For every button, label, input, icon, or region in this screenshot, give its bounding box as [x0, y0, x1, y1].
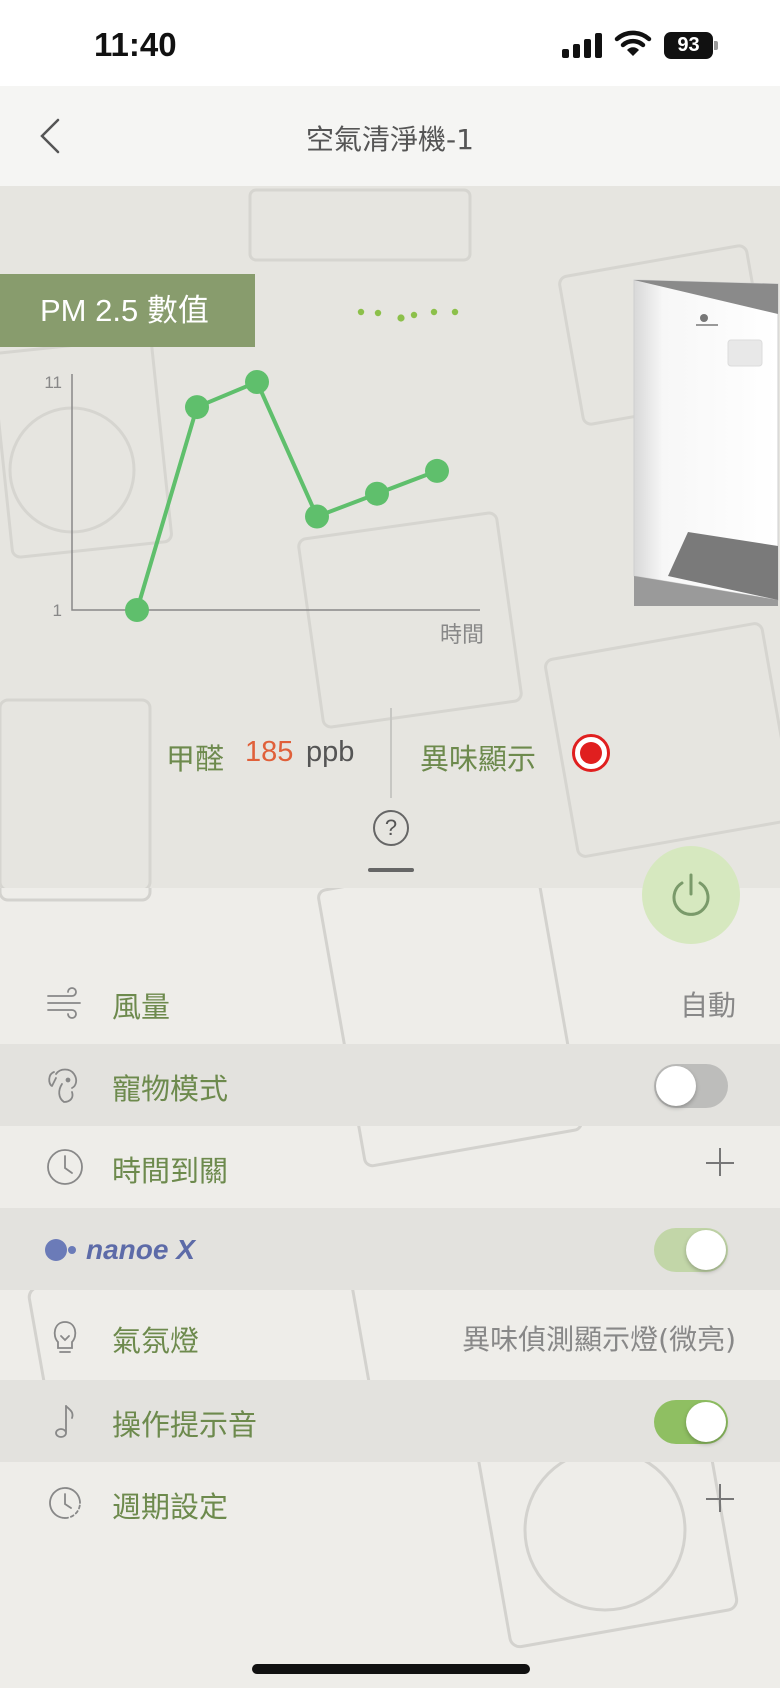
- nav-bar: 空氣清淨機-1: [0, 86, 780, 186]
- home-indicator[interactable]: [252, 1664, 530, 1674]
- y-tick-label: 11: [44, 373, 62, 392]
- loading-dots-icon: [357, 308, 459, 322]
- data-point: [425, 458, 449, 483]
- data-point: [125, 598, 149, 622]
- data-point: [365, 481, 389, 506]
- setting-row-schedule[interactable]: 週期設定: [0, 1462, 780, 1544]
- add-timer-icon[interactable]: [706, 1148, 736, 1178]
- nanoe-toggle[interactable]: [654, 1228, 728, 1272]
- wind-icon: [47, 987, 81, 1019]
- signal-icon: [562, 32, 604, 58]
- formaldehyde-value: 185: [245, 736, 294, 768]
- status-time: 11:40: [94, 26, 177, 63]
- pet-icon: [48, 1068, 78, 1103]
- nanoe-logo-icon: nanoe X: [45, 1234, 197, 1265]
- odor-status-indicator: [572, 734, 610, 772]
- odor-label: 異味顯示: [420, 742, 537, 776]
- data-point: [245, 370, 269, 394]
- data-point: [305, 504, 329, 529]
- help-button[interactable]: ?: [373, 810, 409, 846]
- sound-label: 操作提示音: [112, 1408, 258, 1442]
- formaldehyde-label: 甲醛: [166, 742, 225, 776]
- clock-icon: [47, 1149, 83, 1185]
- nanoe-logo-text: nanoe X: [86, 1234, 197, 1265]
- setting-row-pet: 寵物模式: [0, 1044, 780, 1126]
- light-label: 氣氛燈: [112, 1324, 200, 1358]
- setting-row-sound: 操作提示音: [0, 1380, 780, 1462]
- power-button[interactable]: [642, 846, 740, 944]
- schedule-clock-icon: [49, 1487, 81, 1519]
- pet-label: 寵物模式: [112, 1072, 229, 1106]
- schedule-label: 週期設定: [112, 1490, 229, 1524]
- setting-row-light[interactable]: 氣氛燈 異味偵測顯示燈(微亮): [0, 1296, 780, 1378]
- bulb-icon: [53, 1321, 77, 1353]
- battery-level: 93: [664, 32, 713, 59]
- wifi-icon: [614, 30, 652, 56]
- readings-divider: [390, 708, 392, 798]
- pm25-title: PM 2.5 數值: [0, 274, 255, 347]
- x-axis-label: 時間: [440, 623, 484, 648]
- sound-toggle[interactable]: [654, 1400, 728, 1444]
- air-purifier-image: [633, 279, 779, 606]
- pm25-line-chart: 111時間: [44, 370, 484, 648]
- status-bar: 11:40 93: [0, 0, 780, 86]
- data-point: [185, 395, 209, 420]
- setting-row-fan[interactable]: 風量 自動: [0, 962, 780, 1044]
- battery-icon: 93: [664, 32, 718, 59]
- formaldehyde-unit: ppb: [306, 736, 355, 768]
- fan-value[interactable]: 自動: [680, 984, 736, 1024]
- series-line: [135, 380, 438, 611]
- add-schedule-icon[interactable]: [706, 1484, 736, 1514]
- music-note-icon: [55, 1405, 74, 1438]
- setting-row-nanoe: nanoe X: [0, 1208, 780, 1290]
- drawer-handle[interactable]: [368, 868, 414, 872]
- power-icon: [672, 873, 710, 916]
- timer-label: 時間到關: [112, 1154, 229, 1188]
- page-title: 空氣清淨機-1: [306, 123, 474, 156]
- light-value[interactable]: 異味偵測顯示燈(微亮): [462, 1318, 736, 1358]
- pet-toggle[interactable]: [654, 1064, 728, 1108]
- fan-label: 風量: [112, 990, 171, 1024]
- chart-axes: [71, 374, 480, 611]
- setting-row-timer[interactable]: 時間到關: [0, 1126, 780, 1208]
- y-tick-label: 1: [53, 601, 62, 620]
